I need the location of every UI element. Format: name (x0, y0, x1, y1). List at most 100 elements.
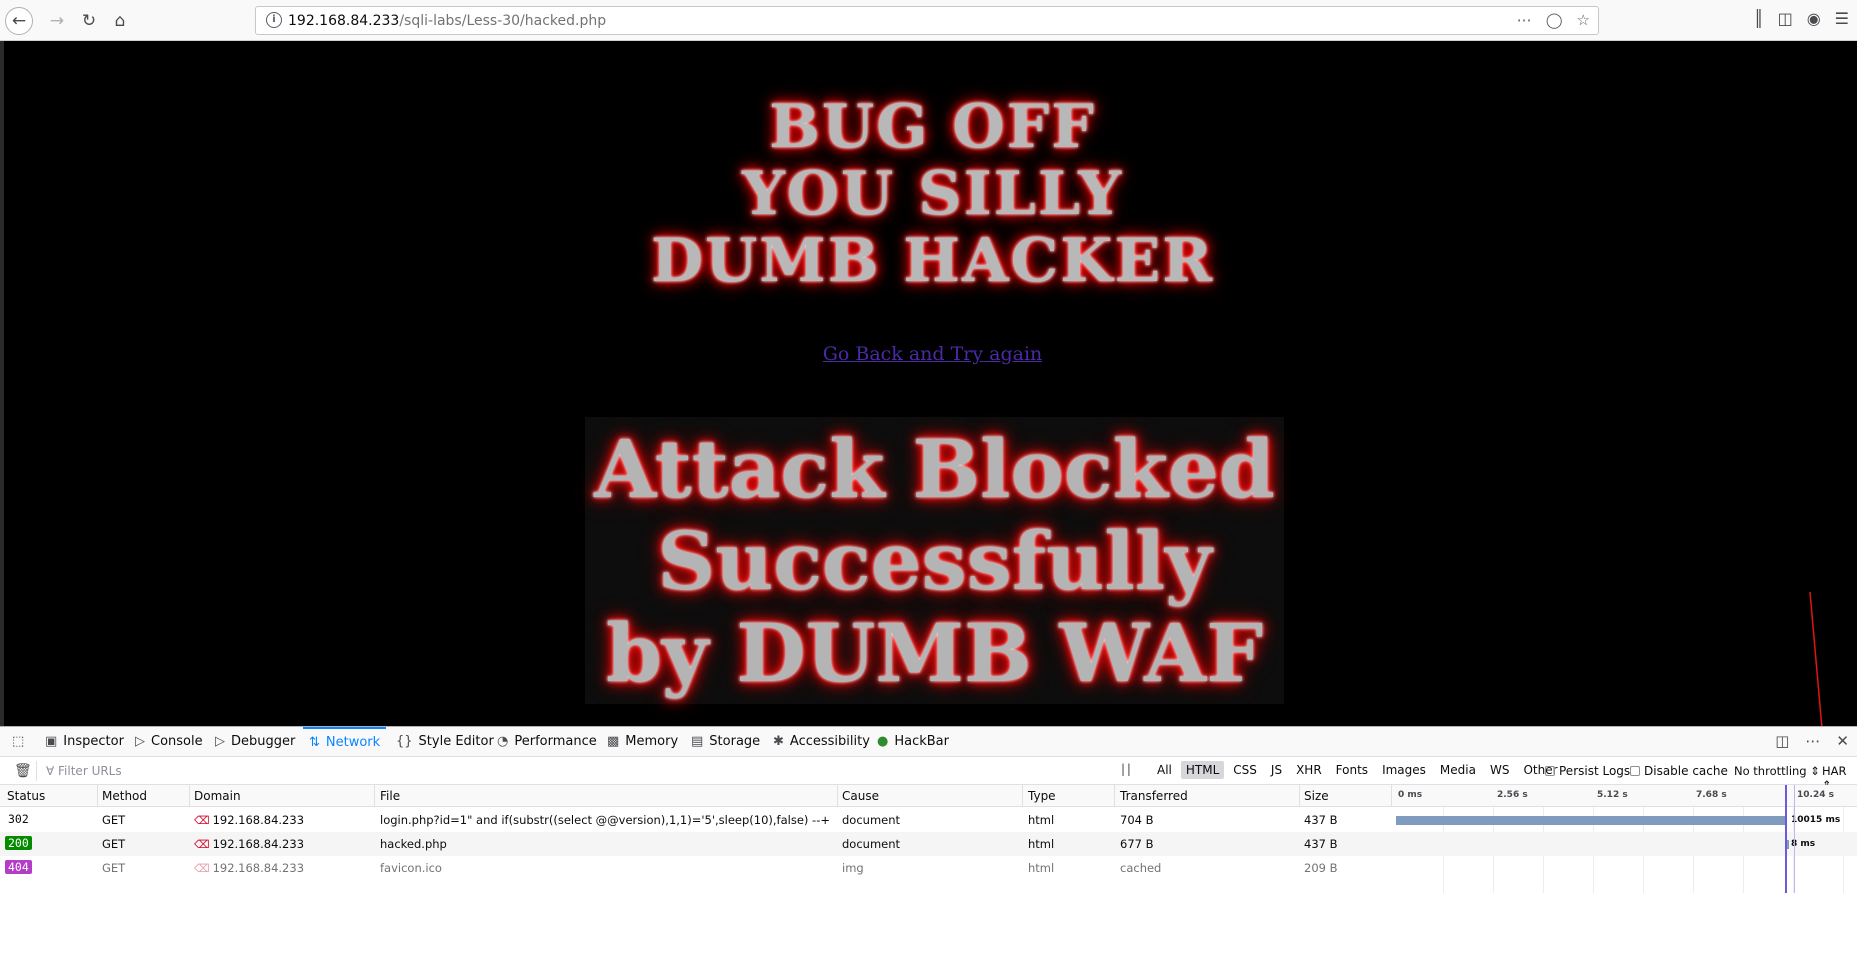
request-row[interactable]: 200 GET ⌫ 192.168.84.233 hacked.php docum… (0, 832, 1857, 856)
column-file[interactable]: File (380, 789, 400, 803)
request-row[interactable]: 302 GET ⌫ 192.168.84.233 login.php?id=1" … (0, 808, 1857, 832)
tab-memory[interactable]: ▩ Memory (607, 727, 678, 756)
back-button[interactable]: ← (5, 7, 33, 35)
divider (837, 785, 838, 806)
divider (97, 785, 98, 806)
hackbar-icon: ● (877, 734, 889, 749)
console-icon: ▷ (135, 734, 145, 749)
filter-all[interactable]: All (1152, 761, 1177, 779)
type-cell: html (1028, 861, 1055, 875)
tab-hackbar[interactable]: ● HackBar (877, 727, 949, 756)
size-cell: 437 B (1304, 837, 1338, 851)
site-info-icon[interactable]: i (266, 12, 282, 28)
element-picker-button[interactable]: ⬚ (12, 727, 24, 756)
divider (1022, 785, 1023, 806)
banner-line: BUG OFF (769, 92, 1096, 162)
tab-network[interactable]: ⇅ Network (303, 727, 387, 756)
network-filter-bar: 🗑 ∀ Filter URLs | | All HTML CSS JS XHR … (0, 757, 1857, 792)
type-cell: html (1028, 813, 1055, 827)
divider (374, 785, 375, 806)
blocked-line: Attack Blocked (594, 422, 1275, 516)
filter-media[interactable]: Media (1435, 761, 1481, 779)
forward-button[interactable]: → (43, 7, 71, 35)
divider (1299, 785, 1300, 806)
dom-content-loaded-marker (1785, 785, 1787, 893)
divider (1114, 785, 1115, 806)
tab-storage[interactable]: ▤ Storage (691, 727, 760, 756)
column-status[interactable]: Status (7, 789, 45, 803)
page-actions-icon[interactable]: ⋯ (1517, 11, 1532, 29)
tab-style-editor[interactable]: {} Style Editor (396, 727, 494, 756)
menu-icon[interactable]: ☰ (1835, 9, 1849, 28)
checkbox-box (1545, 766, 1555, 776)
accessibility-icon: ✱ (773, 734, 784, 749)
tab-performance[interactable]: ◔ Performance (497, 727, 597, 756)
url-text[interactable]: 192.168.84.233/sqli-labs/Less-30/hacked.… (288, 13, 606, 29)
filter-html[interactable]: HTML (1180, 761, 1225, 779)
devtools-tabbar: ⬚ ▣ Inspector ▷ Console ▷ Debugger ⇅ Network… (0, 727, 1857, 757)
dock-side-icon[interactable]: ◫ (1775, 732, 1789, 750)
debugger-icon: ▷ (215, 734, 225, 749)
column-size[interactable]: Size (1304, 789, 1329, 803)
tab-console[interactable]: ▷ Console (135, 727, 203, 756)
size-cell: 209 B (1304, 861, 1338, 875)
network-icon: ⇅ (309, 735, 320, 750)
bookmark-star-icon[interactable]: ☆ (1577, 11, 1590, 29)
url-bar[interactable]: i 192.168.84.233/sqli-labs/Less-30/hacke… (255, 6, 1599, 35)
filter-xhr[interactable]: XHR (1291, 761, 1327, 779)
request-row[interactable]: 404 GET ⌫ 192.168.84.233 favicon.ico img … (0, 856, 1857, 880)
column-type[interactable]: Type (1028, 789, 1056, 803)
filter-fonts[interactable]: Fonts (1331, 761, 1373, 779)
insecure-lock-icon: ⌫ (194, 862, 210, 875)
devtools-options-icon[interactable]: ⋯ (1805, 732, 1820, 750)
filter-css[interactable]: CSS (1228, 761, 1262, 779)
pocket-icon[interactable]: ◯ (1546, 11, 1563, 29)
waterfall-bar (1787, 840, 1789, 849)
method-cell: GET (102, 861, 126, 875)
page-content: BUG OFF YOU SILLY DUMB HACKER Go Back an… (0, 41, 1857, 726)
account-icon[interactable]: ◉ (1807, 9, 1821, 28)
load-marker (1794, 785, 1795, 893)
column-domain[interactable]: Domain (194, 789, 241, 803)
close-devtools-icon[interactable]: ✕ (1836, 732, 1849, 750)
sidebar-icon[interactable]: ◫ (1778, 9, 1793, 28)
tab-accessibility[interactable]: ✱ Accessibility (773, 727, 870, 756)
filter-images[interactable]: Images (1377, 761, 1431, 779)
persist-logs-checkbox[interactable]: Persist Logs (1545, 764, 1630, 778)
filter-js[interactable]: JS (1266, 761, 1287, 779)
tab-inspector[interactable]: ▣ Inspector (45, 727, 124, 756)
library-icon[interactable]: ║ (1754, 9, 1764, 28)
bug-off-banner: BUG OFF YOU SILLY DUMB HACKER (4, 94, 1857, 295)
cause-cell: document (842, 813, 901, 827)
attack-blocked-image: Attack Blocked Successfully by DUMB WAF (585, 417, 1284, 704)
reload-button[interactable]: ↻ (75, 7, 103, 35)
style-editor-icon: {} (396, 734, 413, 749)
performance-icon: ◔ (497, 734, 509, 749)
column-cause[interactable]: Cause (842, 789, 879, 803)
file-cell: hacked.php (380, 837, 447, 851)
tab-debugger[interactable]: ▷ Debugger (215, 727, 295, 756)
transferred-cell: 677 B (1120, 837, 1154, 851)
home-button[interactable]: ⌂ (106, 7, 134, 35)
back-arrow-icon: ← (11, 11, 27, 31)
insecure-lock-icon: ⌫ (194, 838, 210, 851)
status-code: 200 (5, 836, 32, 850)
throttling-select[interactable]: No throttling ⇕ (1734, 764, 1820, 778)
method-cell: GET (102, 837, 126, 851)
size-cell: 437 B (1304, 813, 1338, 827)
filter-urls-input[interactable]: ∀ Filter URLs (46, 764, 122, 778)
clear-log-icon[interactable]: 🗑 (14, 763, 32, 779)
go-back-link[interactable]: Go Back and Try again (4, 343, 1857, 365)
type-filter-buttons: All HTML CSS JS XHR Fonts Images Media W… (1152, 761, 1563, 779)
column-method[interactable]: Method (102, 789, 147, 803)
transferred-cell: 704 B (1120, 813, 1154, 827)
pause-recording-icon[interactable]: | | (1121, 762, 1131, 776)
timeline-tick: 2.56 s (1497, 790, 1528, 800)
column-transferred[interactable]: Transferred (1120, 789, 1188, 803)
divider (189, 785, 190, 806)
reload-icon: ↻ (81, 11, 97, 31)
filter-ws[interactable]: WS (1485, 761, 1514, 779)
disable-cache-checkbox[interactable]: Disable cache (1630, 764, 1728, 778)
timeline-tick: 0 ms (1398, 790, 1423, 800)
insecure-lock-icon: ⌫ (194, 814, 210, 827)
